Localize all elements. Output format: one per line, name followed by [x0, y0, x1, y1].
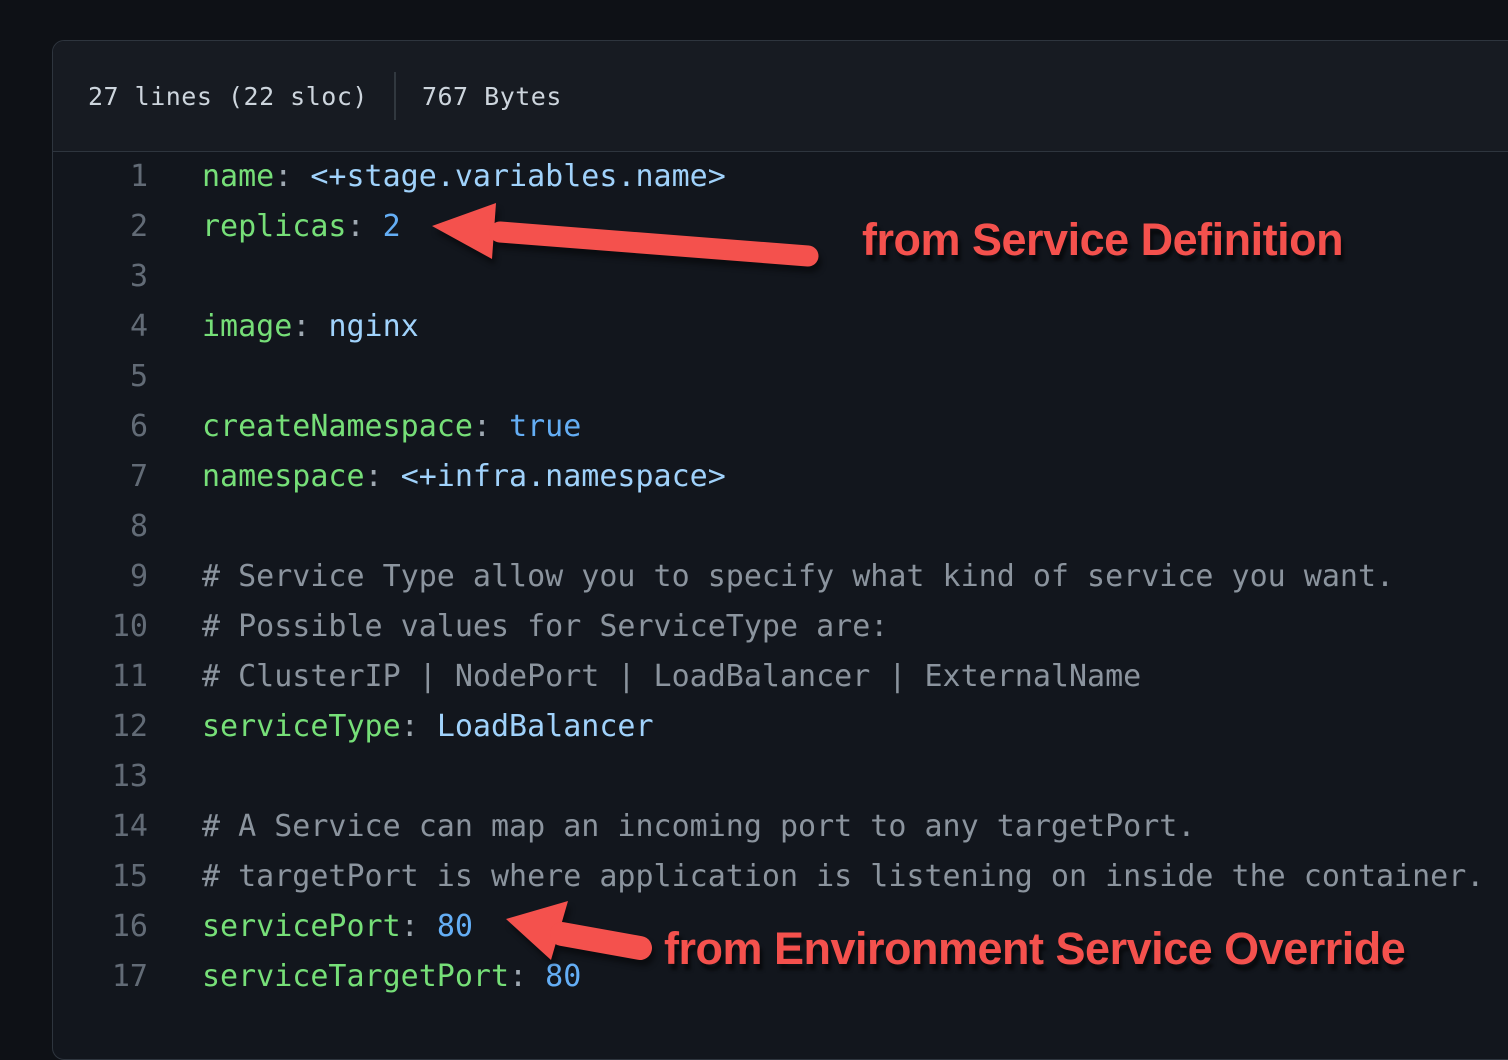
line-number[interactable]: 7 [53, 452, 148, 502]
code-lines: 1name: <+stage.variables.name>2replicas:… [53, 152, 1508, 1002]
code-line: 12serviceType: LoadBalancer [53, 702, 1508, 752]
file-header: 27 lines (22 sloc) 767 Bytes [53, 41, 1508, 152]
annotation-service-definition: from Service Definition [862, 214, 1343, 266]
code-line: 10# Possible values for ServiceType are: [53, 602, 1508, 652]
code-line: 11# ClusterIP | NodePort | LoadBalancer … [53, 652, 1508, 702]
line-number[interactable]: 4 [53, 302, 148, 352]
code-text [148, 252, 202, 302]
line-number[interactable]: 3 [53, 252, 148, 302]
code-text: serviceTargetPort: 80 [148, 952, 581, 1002]
line-number[interactable]: 15 [53, 852, 148, 902]
code-line: 13 [53, 752, 1508, 802]
code-line: 6createNamespace: true [53, 402, 1508, 452]
line-number[interactable]: 1 [53, 152, 148, 202]
code-line: 1name: <+stage.variables.name> [53, 152, 1508, 202]
line-number[interactable]: 12 [53, 702, 148, 752]
code-line: 15# targetPort is where application is l… [53, 852, 1508, 902]
line-number[interactable]: 9 [53, 552, 148, 602]
code-line: 14# A Service can map an incoming port t… [53, 802, 1508, 852]
code-text: image: nginx [148, 302, 419, 352]
line-number[interactable]: 8 [53, 502, 148, 552]
line-number[interactable]: 16 [53, 902, 148, 952]
line-number[interactable]: 2 [53, 202, 148, 252]
annotation-environment-override: from Environment Service Override [664, 923, 1405, 975]
line-number[interactable]: 11 [53, 652, 148, 702]
code-viewer: 1name: <+stage.variables.name>2replicas:… [53, 152, 1508, 1002]
line-number[interactable]: 10 [53, 602, 148, 652]
line-number[interactable]: 13 [53, 752, 148, 802]
file-card: 27 lines (22 sloc) 767 Bytes 1name: <+st… [52, 40, 1508, 1060]
code-text: # ClusterIP | NodePort | LoadBalancer | … [148, 652, 1141, 702]
code-line: 8 [53, 502, 1508, 552]
header-divider [394, 72, 396, 120]
code-text: replicas: 2 [148, 202, 401, 252]
code-text: # targetPort is where application is lis… [148, 852, 1484, 902]
code-line: 7namespace: <+infra.namespace> [53, 452, 1508, 502]
code-text: namespace: <+infra.namespace> [148, 452, 726, 502]
file-size: 767 Bytes [422, 82, 562, 111]
line-number[interactable]: 14 [53, 802, 148, 852]
code-text [148, 352, 202, 402]
line-number[interactable]: 6 [53, 402, 148, 452]
line-number[interactable]: 17 [53, 952, 148, 1002]
code-text: createNamespace: true [148, 402, 581, 452]
code-line: 4image: nginx [53, 302, 1508, 352]
code-text: servicePort: 80 [148, 902, 473, 952]
code-text: # A Service can map an incoming port to … [148, 802, 1195, 852]
code-text [148, 752, 202, 802]
code-line: 9# Service Type allow you to specify wha… [53, 552, 1508, 602]
file-lines-count: 27 lines (22 sloc) [88, 82, 368, 111]
code-text: name: <+stage.variables.name> [148, 152, 726, 202]
line-number[interactable]: 5 [53, 352, 148, 402]
code-text: # Possible values for ServiceType are: [148, 602, 888, 652]
code-text: serviceType: LoadBalancer [148, 702, 654, 752]
code-text: # Service Type allow you to specify what… [148, 552, 1394, 602]
code-line: 5 [53, 352, 1508, 402]
code-text [148, 502, 202, 552]
